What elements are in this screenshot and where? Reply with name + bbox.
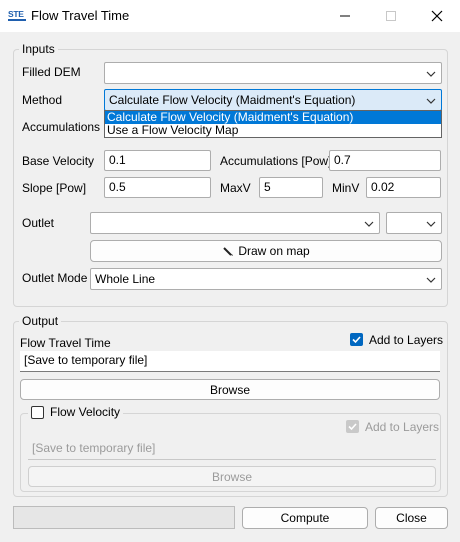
output-path-input[interactable]: [Save to temporary file] — [20, 351, 440, 372]
method-dropdown-list: Calculate Flow Velocity (Maidment's Equa… — [104, 110, 442, 138]
window-title: Flow Travel Time — [31, 8, 130, 23]
flow-velocity-path-input[interactable]: [Save to temporary file] — [28, 439, 436, 460]
chevron-down-icon — [364, 221, 374, 227]
add-to-layers-label: Add to Layers — [369, 333, 444, 347]
maxv-label: MaxV — [220, 181, 251, 195]
filled-dem-select[interactable] — [104, 62, 442, 84]
slope-pow-input[interactable]: 0.5 — [104, 177, 211, 198]
progress-bar — [13, 506, 235, 529]
flow-velocity-checkbox[interactable] — [31, 405, 44, 419]
filled-dem-label: Filled DEM — [22, 65, 81, 79]
base-velocity-input[interactable]: 0.1 — [104, 150, 211, 171]
pencil-icon — [223, 247, 234, 256]
close-button[interactable]: Close — [375, 507, 448, 529]
inputs-legend: Inputs — [19, 42, 58, 56]
minimize-button[interactable] — [322, 0, 368, 32]
method-option-velocity-map[interactable]: Use a Flow Velocity Map — [105, 124, 441, 137]
maximize-icon — [386, 11, 396, 21]
outlet-select[interactable] — [90, 212, 380, 234]
close-icon — [431, 10, 443, 22]
flow-velocity-add-to-layers-label: Add to Layers — [365, 420, 440, 434]
method-select[interactable]: Calculate Flow Velocity (Maidment's Equa… — [104, 89, 442, 111]
base-velocity-label: Base Velocity — [22, 154, 95, 168]
app-logo-icon: STE — [8, 9, 26, 21]
output-legend: Output — [19, 314, 62, 328]
flow-velocity-label: Flow Velocity — [50, 405, 121, 419]
minimize-icon — [340, 15, 350, 17]
outlet-mode-label: Outlet Mode — [22, 271, 88, 285]
add-to-layers-checkbox[interactable] — [350, 333, 363, 346]
flow-velocity-browse-button[interactable]: Browse — [28, 466, 436, 487]
draw-on-map-button[interactable]: Draw on map — [90, 240, 442, 262]
draw-on-map-label: Draw on map — [238, 244, 310, 258]
accumulations-pow-label: Accumulations [Pow] — [220, 154, 332, 168]
method-value: Calculate Flow Velocity (Maidment's Equa… — [109, 93, 356, 107]
close-window-button[interactable] — [414, 0, 460, 32]
flow-velocity-add-to-layers-checkbox[interactable] — [346, 420, 359, 433]
chevron-down-icon — [426, 71, 436, 77]
outlet-field-select[interactable] — [386, 212, 442, 234]
chevron-down-icon — [426, 277, 436, 283]
chevron-down-icon — [426, 221, 436, 227]
outlet-label: Outlet — [22, 216, 55, 230]
minv-input[interactable]: 0.02 — [366, 177, 441, 198]
compute-button[interactable]: Compute — [242, 507, 368, 529]
maxv-input[interactable]: 5 — [259, 177, 323, 198]
checkmark-icon — [352, 336, 361, 344]
outlet-mode-value: Whole Line — [95, 272, 156, 286]
slope-pow-label: Slope [Pow] — [22, 181, 87, 195]
accumulations-label: Accumulations — [22, 120, 101, 134]
checkmark-icon — [348, 423, 357, 431]
flow-travel-time-label: Flow Travel Time — [20, 336, 111, 350]
outlet-mode-select[interactable]: Whole Line — [90, 268, 442, 290]
browse-button[interactable]: Browse — [20, 379, 440, 400]
method-label: Method — [22, 93, 63, 107]
accumulations-pow-input[interactable]: 0.7 — [329, 150, 441, 171]
minv-label: MinV — [332, 181, 360, 195]
flow-velocity-legend: Flow Velocity — [28, 405, 124, 419]
maximize-button — [368, 0, 414, 32]
chevron-down-icon — [426, 98, 436, 104]
